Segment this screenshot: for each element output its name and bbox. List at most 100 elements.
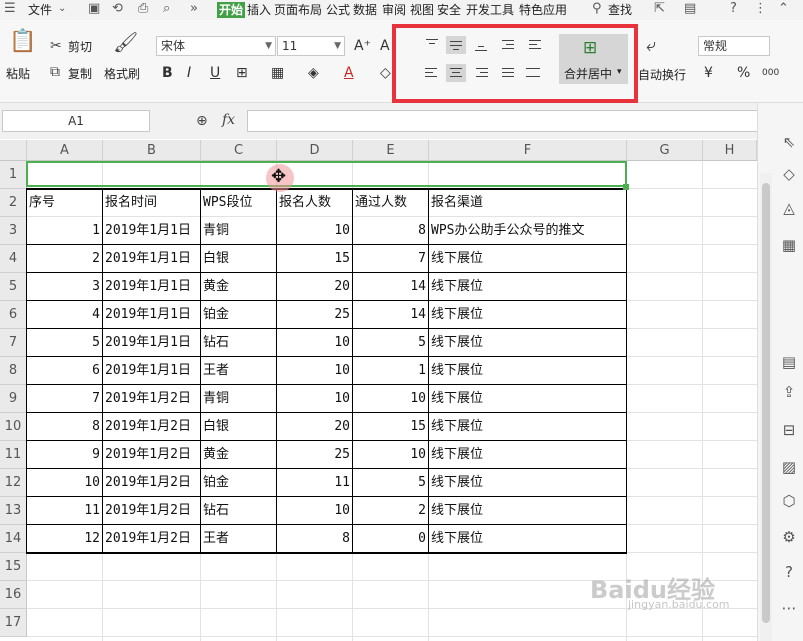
font-color-icon[interactable]: A <box>344 64 354 82</box>
table-cell[interactable]: 线下展位 <box>429 469 627 496</box>
table-cell[interactable]: 线下展位 <box>429 385 627 412</box>
table-cell[interactable]: 2 <box>27 245 103 272</box>
table-cell[interactable]: 黄金 <box>201 273 277 300</box>
clipboard-icon[interactable]: ▤ <box>780 353 798 371</box>
table-cell[interactable]: 10 <box>277 385 353 412</box>
table-cell[interactable]: 2 <box>353 497 429 524</box>
table-header-cell[interactable]: WPS段位 <box>201 189 277 216</box>
table-cell[interactable]: 王者 <box>201 357 277 384</box>
row-header[interactable]: 12 <box>0 469 27 497</box>
table-cell[interactable]: 线下展位 <box>429 357 627 384</box>
table-cell[interactable]: 4 <box>27 301 103 328</box>
underline-icon[interactable]: U <box>210 64 220 82</box>
column-header[interactable]: C <box>201 140 277 161</box>
row-header[interactable]: 4 <box>0 245 27 273</box>
select-pointer-icon[interactable]: ⇖ <box>780 133 798 151</box>
table-cell[interactable]: 10 <box>277 217 353 244</box>
thousands-separator-icon[interactable]: 000 <box>762 64 779 82</box>
table-cell[interactable]: 2019年1月2日 <box>103 469 201 496</box>
column-header[interactable]: F <box>429 140 627 161</box>
table-cell[interactable]: 2019年1月2日 <box>103 385 201 412</box>
table-cell[interactable]: 5 <box>353 469 429 496</box>
row-header[interactable]: 7 <box>0 329 27 357</box>
column-header[interactable]: G <box>627 140 703 161</box>
table-cell[interactable]: 25 <box>277 301 353 328</box>
column-header[interactable]: B <box>103 140 201 161</box>
tab-data[interactable]: 数据 <box>353 2 377 18</box>
cut-button[interactable]: 剪切 <box>68 38 92 55</box>
font-size-select[interactable]: 11 ▼ <box>277 36 345 56</box>
table-cell[interactable]: 10 <box>277 357 353 384</box>
print-icon[interactable]: ⎙ <box>138 1 148 17</box>
table-cell[interactable]: 2019年1月1日 <box>103 273 201 300</box>
table-cell[interactable]: 15 <box>353 413 429 440</box>
column-header[interactable]: D <box>277 140 353 161</box>
table-cell[interactable]: 10 <box>353 441 429 468</box>
shapes-icon[interactable]: ◇ <box>780 165 798 183</box>
tab-review[interactable]: 审阅 <box>382 2 406 18</box>
table-cell[interactable]: 20 <box>277 273 353 300</box>
spreadsheet-grid[interactable]: A B C D E F G H 1 2 3 4 5 6 7 8 9 10 11 12 13 14 15 16 17 序号 报名时间 W… <box>0 140 757 641</box>
table-cell[interactable]: 2019年1月2日 <box>103 441 201 468</box>
table-header-cell[interactable]: 报名人数 <box>277 189 353 216</box>
table-cell[interactable]: 2019年1月2日 <box>103 525 201 552</box>
tab-formulas[interactable]: 公式 <box>326 2 350 18</box>
table-cell[interactable]: 25 <box>277 441 353 468</box>
table-cell[interactable]: 2019年1月1日 <box>103 245 201 272</box>
table-header-cell[interactable]: 序号 <box>27 189 103 216</box>
table-cell[interactable]: 2019年1月1日 <box>103 217 201 244</box>
table-cell[interactable]: 2019年1月2日 <box>103 497 201 524</box>
collab-icon[interactable]: ▤ <box>684 1 696 17</box>
tab-view[interactable]: 视图 <box>410 2 434 18</box>
row-header[interactable]: 10 <box>0 413 27 441</box>
table-cell[interactable]: 白银 <box>201 413 277 440</box>
clear-icon[interactable]: ◇ <box>380 64 391 82</box>
chevron-down-icon[interactable]: ⌄ <box>58 1 66 17</box>
help-icon[interactable]: ? <box>730 1 737 17</box>
bold-icon[interactable]: B <box>162 64 173 82</box>
format-painter-button[interactable]: 格式刷 <box>104 65 140 82</box>
tab-insert[interactable]: 插入 <box>247 2 271 18</box>
style-icon[interactable]: ◬ <box>780 199 798 217</box>
table-cell[interactable]: 黄金 <box>201 441 277 468</box>
tab-home[interactable]: 开始 <box>217 2 246 18</box>
table-cell[interactable]: 7 <box>27 385 103 412</box>
table-cell[interactable]: 7 <box>353 245 429 272</box>
table-cell[interactable]: 2019年1月1日 <box>103 301 201 328</box>
table-cell[interactable]: 白银 <box>201 245 277 272</box>
scroll-thumb[interactable] <box>762 183 770 623</box>
name-box[interactable]: A1 <box>2 110 150 132</box>
row-header[interactable]: 6 <box>0 301 27 329</box>
selected-range-a1-f1[interactable] <box>26 161 627 187</box>
table-cell[interactable]: 线下展位 <box>429 245 627 272</box>
help-circle-icon[interactable]: ? <box>780 563 798 581</box>
vertical-scrollbar[interactable] <box>760 173 772 641</box>
zoom-icon[interactable]: ⊕ <box>196 113 208 129</box>
table-cell[interactable]: 线下展位 <box>429 497 627 524</box>
table-cell[interactable]: 14 <box>353 273 429 300</box>
properties-icon[interactable]: ⊟ <box>780 421 798 439</box>
select-all-corner[interactable] <box>0 140 27 161</box>
fx-icon[interactable]: fx <box>222 112 235 128</box>
column-header[interactable]: H <box>703 140 757 161</box>
paste-icon[interactable]: 📋 <box>9 31 36 53</box>
border-icon[interactable]: ⊞ <box>236 64 248 82</box>
table-cell[interactable]: 11 <box>27 497 103 524</box>
row-header[interactable]: 13 <box>0 497 27 525</box>
table-cell[interactable]: 10 <box>277 497 353 524</box>
table-cell[interactable]: 14 <box>353 301 429 328</box>
fill-color-icon[interactable]: ◈ <box>308 64 319 82</box>
table-cell[interactable]: 钻石 <box>201 497 277 524</box>
row-header[interactable]: 14 <box>0 525 27 553</box>
table-cell[interactable]: 线下展位 <box>429 301 627 328</box>
table-cell[interactable]: 8 <box>277 525 353 552</box>
number-format-select[interactable]: 常规 <box>698 36 770 56</box>
column-header[interactable]: A <box>27 140 103 161</box>
table-cell[interactable]: 6 <box>27 357 103 384</box>
table-cell[interactable]: 线下展位 <box>429 273 627 300</box>
table-cell[interactable]: 8 <box>27 413 103 440</box>
table-cell[interactable]: 1 <box>27 217 103 244</box>
fill-handle[interactable] <box>623 184 629 190</box>
table-cell[interactable]: 铂金 <box>201 301 277 328</box>
copy-button[interactable]: 复制 <box>68 65 92 82</box>
